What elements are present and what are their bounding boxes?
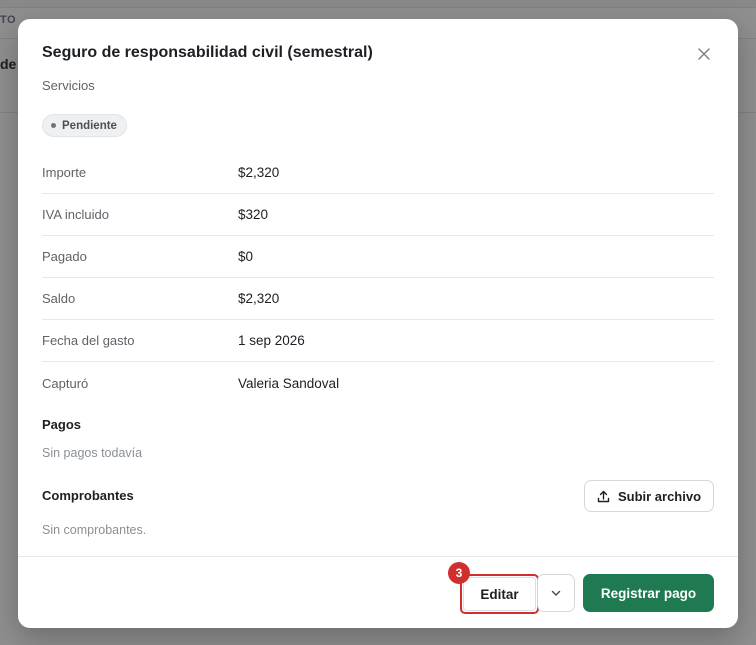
detail-row: IVA incluido $320 bbox=[42, 194, 714, 236]
detail-label: Fecha del gasto bbox=[42, 333, 135, 348]
expense-category: Servicios bbox=[42, 78, 95, 93]
receipts-empty-note: Sin comprobantes. bbox=[42, 523, 147, 537]
detail-label: IVA incluido bbox=[42, 207, 109, 222]
detail-value: $0 bbox=[238, 249, 254, 264]
detail-row: Pagado $0 bbox=[42, 236, 714, 278]
payments-empty-note: Sin pagos todavía bbox=[42, 446, 143, 460]
detail-label: Capturó bbox=[42, 375, 89, 391]
details-list: Importe $2,320 IVA incluido $320 Pagado … bbox=[42, 152, 714, 404]
detail-row: Capturó Valeria Sandoval bbox=[42, 362, 714, 404]
edit-button-label: Editar bbox=[463, 577, 536, 611]
detail-value: $320 bbox=[238, 207, 269, 222]
expense-detail-modal: Seguro de responsabilidad civil (semestr… bbox=[18, 19, 738, 628]
upload-icon bbox=[597, 490, 610, 502]
payments-section-title: Pagos bbox=[42, 417, 82, 432]
detail-value: Valeria Sandoval bbox=[238, 375, 340, 391]
chevron-down-icon bbox=[551, 590, 561, 596]
edit-button[interactable]: Editar bbox=[460, 574, 539, 614]
close-icon bbox=[698, 48, 710, 60]
receipts-section-title: Comprobantes bbox=[42, 488, 134, 503]
status-badge: Pendiente bbox=[42, 114, 127, 137]
detail-value: $2,320 bbox=[238, 291, 280, 306]
footer-divider bbox=[18, 556, 738, 557]
detail-label: Pagado bbox=[42, 249, 87, 264]
detail-label: Importe bbox=[42, 165, 87, 180]
detail-row: Importe $2,320 bbox=[42, 152, 714, 194]
step-number-badge: 3 bbox=[448, 562, 470, 584]
upload-file-button[interactable]: Subir archivo bbox=[584, 480, 714, 512]
register-payment-button[interactable]: Registrar pago bbox=[583, 574, 714, 612]
upload-file-label: Subir archivo bbox=[617, 488, 702, 504]
detail-value: 1 sep 2026 bbox=[238, 333, 305, 348]
detail-label: Saldo bbox=[42, 291, 76, 306]
more-actions-button[interactable] bbox=[537, 574, 575, 612]
status-dot bbox=[51, 123, 56, 128]
close-button[interactable] bbox=[694, 44, 714, 64]
detail-row: Fecha del gasto 1 sep 2026 bbox=[42, 320, 714, 362]
detail-value: $2,320 bbox=[238, 165, 280, 180]
detail-row: Saldo $2,320 bbox=[42, 278, 714, 320]
modal-title: Seguro de responsabilidad civil (semestr… bbox=[42, 44, 373, 61]
status-badge-label: Pendiente bbox=[62, 119, 117, 132]
